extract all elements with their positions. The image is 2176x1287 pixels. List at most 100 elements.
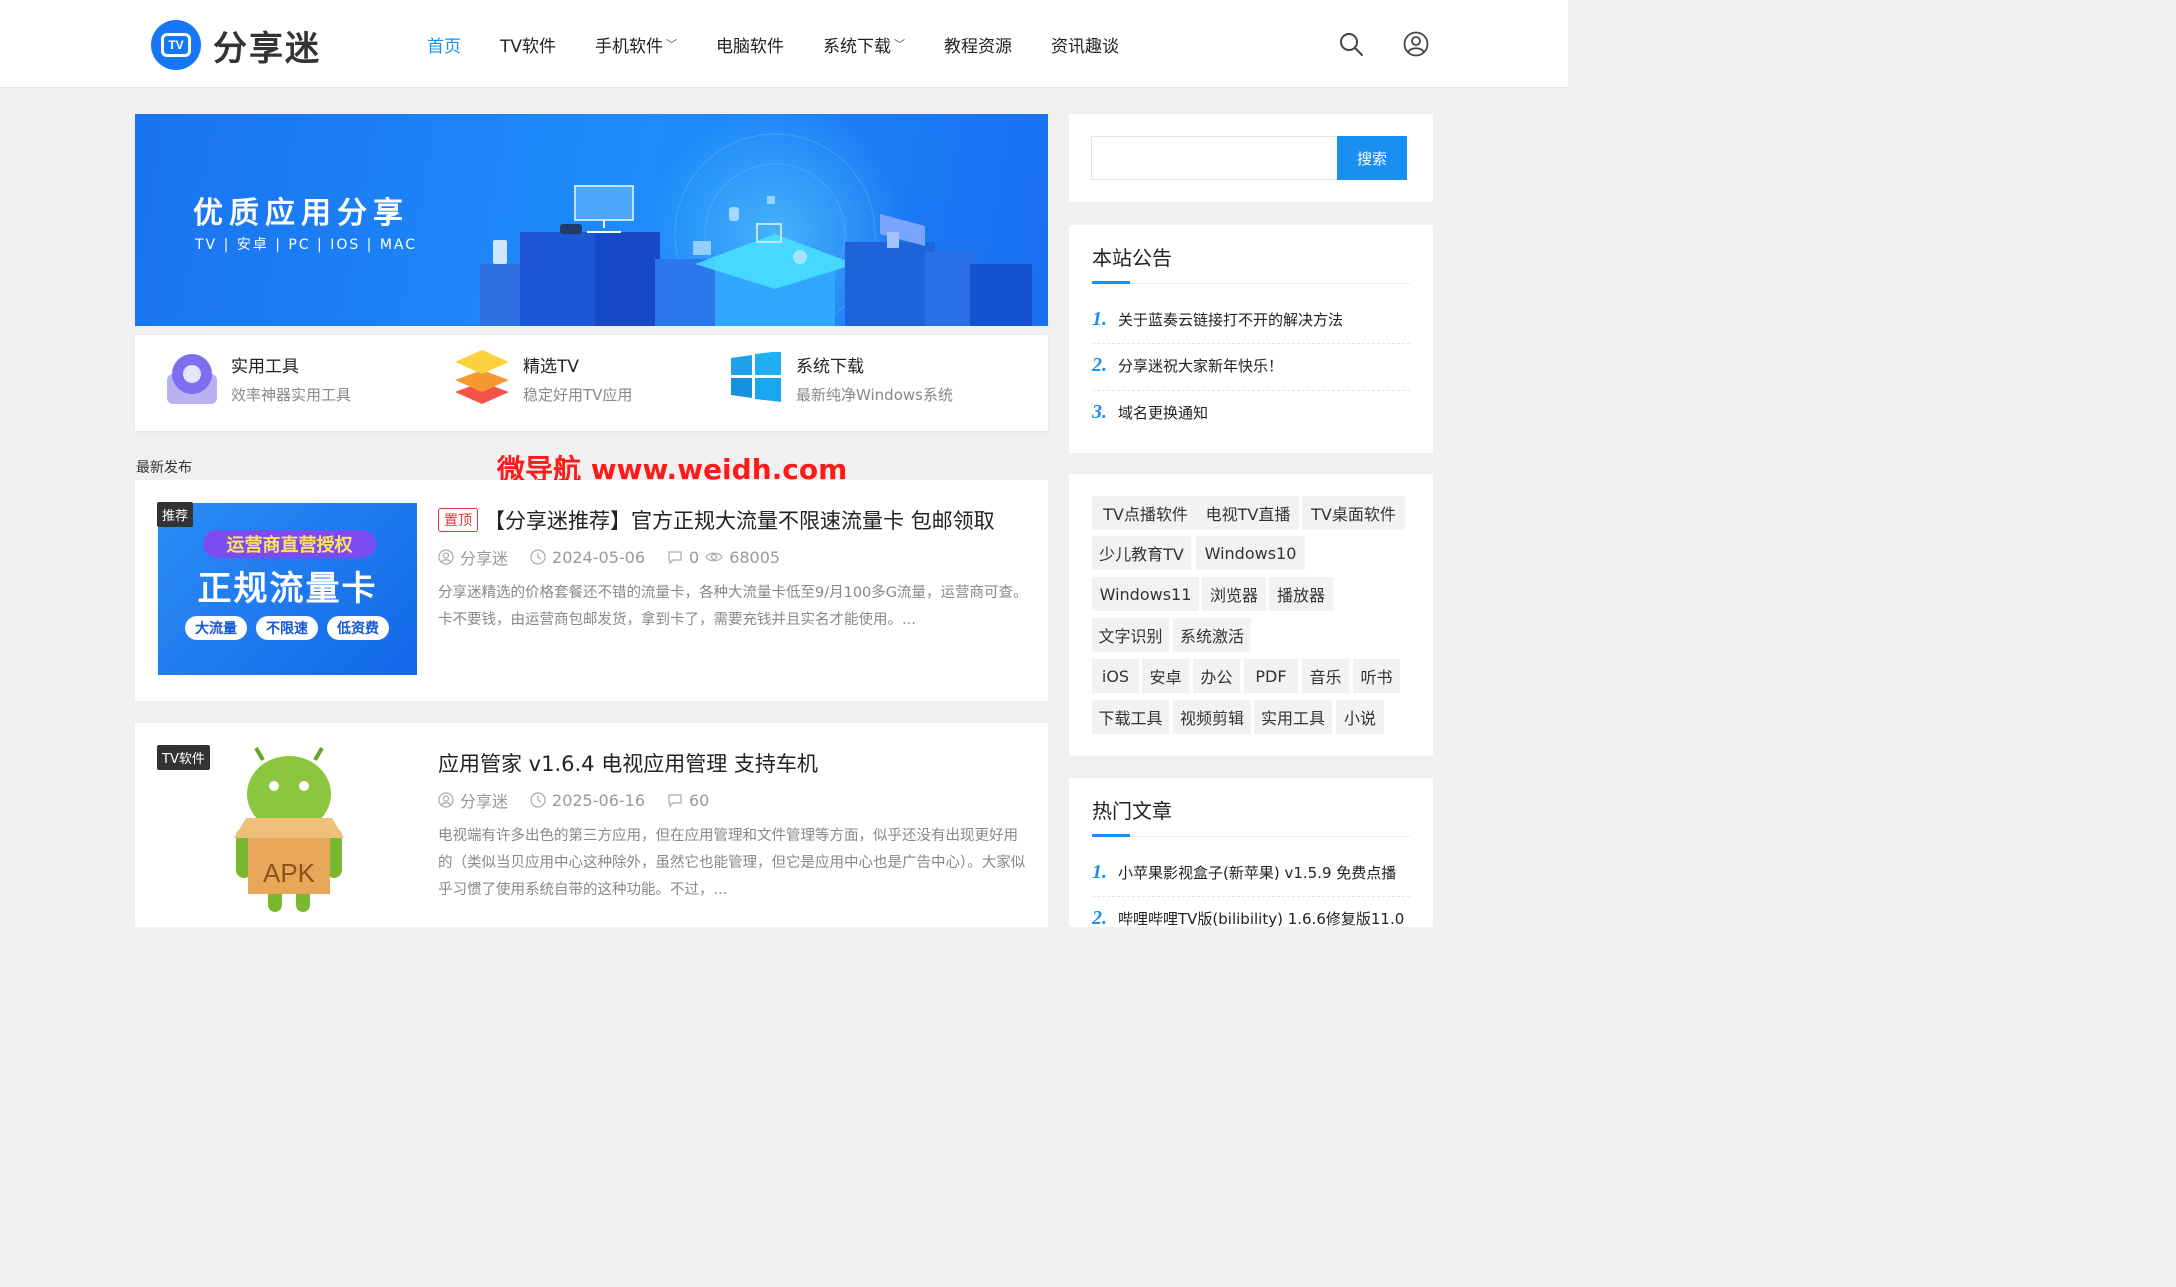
main-nav: 首页 TV软件 手机软件 ﹀ 电脑软件 系统下载 ﹀ 教程资源 资讯趣谈 — [427, 0, 1158, 88]
announcement-item[interactable]: 2. 分享迷祝大家新年快乐！ — [1092, 351, 1410, 379]
divider — [1092, 836, 1410, 837]
chevron-down-icon: ﹀ — [666, 38, 678, 51]
post-title[interactable]: 应用管家 v1.6.4 电视应用管理 支持车机 — [438, 748, 818, 778]
search-input[interactable] — [1091, 136, 1337, 180]
nav-item-system-download[interactable]: 系统下载 ﹀ — [823, 32, 905, 57]
nav-item-news[interactable]: 资讯趣谈 — [1051, 32, 1119, 57]
tag-chip[interactable]: 播放器 — [1269, 577, 1333, 611]
divider — [1092, 283, 1410, 284]
thumb-pill: 低资费 — [327, 616, 389, 640]
post-comments[interactable]: 0 — [667, 548, 699, 567]
category-tools[interactable]: 实用工具 效率神器实用工具 — [165, 335, 425, 431]
category-tv[interactable]: 精选TV 稳定好用TV应用 — [453, 335, 713, 431]
site-logo[interactable]: TV 分享迷 — [151, 20, 321, 70]
tag-cloud-widget: TV点播软件 电视TV直播 TV桌面软件 少儿教育TV Windows10 Wi… — [1069, 474, 1433, 756]
post-excerpt: 电视端有许多出色的第三方应用，但在应用管理和文件管理等方面，似乎还没有出现更好用… — [438, 828, 1026, 898]
layers-icon — [455, 350, 509, 404]
toolbox-icon — [167, 354, 217, 404]
tag-chip[interactable]: 少儿教育TV — [1092, 536, 1191, 570]
tag-chip[interactable]: 小说 — [1336, 700, 1384, 734]
tag-chip[interactable]: 浏览器 — [1202, 577, 1266, 611]
category-title: 实用工具 — [231, 357, 299, 377]
post-views: 68005 — [705, 548, 780, 567]
nav-label: 系统下载 — [823, 36, 892, 57]
post-views-count: 68005 — [729, 547, 781, 567]
tag-chip[interactable]: 视频剪辑 — [1173, 700, 1251, 734]
nav-item-home[interactable]: 首页 — [427, 32, 461, 57]
tag-chip[interactable]: 音乐 — [1302, 659, 1349, 693]
item-text: 关于蓝奏云链接打不开的解决方法 — [1118, 310, 1344, 329]
tag-chip[interactable]: PDF — [1244, 659, 1298, 693]
post-thumbnail[interactable]: 运营商直营授权 正规流量卡 大流量 不限速 低资费 — [158, 503, 417, 675]
post-author[interactable]: 分享迷 — [438, 788, 508, 812]
tag-chip[interactable]: Windows10 — [1196, 536, 1305, 570]
post-card: TV软件 APK 应用管家 v1.6.4 电视应用管理 支持车机 分享迷 202… — [135, 723, 1048, 927]
site-header: TV 分享迷 首页 TV软件 手机软件 ﹀ 电脑软件 系统下载 ﹀ 教程资源 资讯趣… — [0, 0, 1568, 88]
search-button[interactable]: 搜索 — [1337, 136, 1407, 180]
nav-label: 手机软件 — [595, 36, 664, 57]
widget-title: 热门文章 — [1092, 799, 1172, 823]
post-date-text: 2024-05-06 — [552, 547, 645, 567]
item-text: 小苹果影视盒子(新苹果) v1.5.9 免费点播 — [1118, 863, 1397, 882]
tag-chip[interactable]: 听书 — [1353, 659, 1400, 693]
item-number: 1. — [1092, 860, 1107, 883]
announcement-item[interactable]: 3. 域名更换通知 — [1092, 398, 1410, 426]
eye-icon — [705, 552, 723, 562]
tag-chip[interactable]: 文字识别 — [1092, 618, 1169, 652]
category-desc: 稳定好用TV应用 — [523, 386, 633, 404]
tag-chip[interactable]: Windows11 — [1092, 577, 1199, 611]
banner-title: 优质应用分享 — [193, 196, 409, 231]
hero-banner[interactable]: 优质应用分享 TV | 安卓 | PC | IOS | MAC — [135, 114, 1048, 326]
tag-chip[interactable]: 安卓 — [1142, 659, 1189, 693]
announcement-item[interactable]: 1. 关于蓝奏云链接打不开的解决方法 — [1092, 305, 1410, 333]
nav-label: 首页 — [427, 36, 461, 57]
post-tag[interactable]: TV软件 — [157, 745, 210, 770]
tv-logo-icon: TV — [151, 20, 201, 70]
clock-icon — [530, 549, 546, 565]
nav-item-mobile-software[interactable]: 手机软件 ﹀ — [595, 32, 677, 57]
post-meta: 分享迷 2024-05-06 0 68005 — [438, 545, 802, 569]
divider — [1092, 343, 1410, 344]
category-system[interactable]: 系统下载 最新纯净Windows系统 — [731, 335, 1031, 431]
logo-badge-text: TV — [161, 33, 191, 57]
category-strip: 实用工具 效率神器实用工具 精选TV 稳定好用TV应用 系统下载 最新纯净Win… — [135, 335, 1048, 431]
hot-post-item[interactable]: 1. 小苹果影视盒子(新苹果) v1.5.9 免费点播 — [1092, 858, 1410, 886]
nav-item-tv-software[interactable]: TV软件 — [500, 32, 556, 57]
search-icon[interactable] — [1338, 31, 1364, 57]
category-desc: 效率神器实用工具 — [231, 386, 352, 404]
section-label-latest: 最新发布 — [136, 460, 192, 476]
comment-icon — [668, 551, 682, 565]
post-author[interactable]: 分享迷 — [438, 545, 508, 569]
tag-chip[interactable]: TV桌面软件 — [1302, 496, 1405, 530]
android-apk-icon: APK — [234, 746, 344, 912]
post-date-text: 2025-06-16 — [552, 790, 645, 810]
thumb-pill: 大流量 — [185, 616, 247, 640]
nav-label: 资讯趣谈 — [1051, 36, 1120, 57]
clock-icon — [530, 792, 546, 808]
user-icon[interactable] — [1403, 31, 1429, 57]
tag-chip[interactable]: 办公 — [1193, 659, 1240, 693]
tag-chip[interactable]: 系统激活 — [1173, 618, 1251, 652]
nav-item-tutorials[interactable]: 教程资源 — [944, 32, 1012, 57]
hot-post-item[interactable]: 2. 哔哩哔哩TV版(bilibility) 1.6.6修复版11.0 — [1092, 904, 1410, 932]
post-tag[interactable]: 推荐 — [157, 502, 194, 527]
thumb-line1: 运营商直营授权 — [203, 530, 376, 558]
thumb-pill: 不限速 — [256, 616, 318, 640]
sticky-badge: 置顶 — [438, 508, 478, 532]
windows-icon — [731, 352, 781, 402]
post-title-text: 【分享迷推荐】官方正规大流量不限速流量卡 包邮领取 — [484, 509, 995, 533]
item-number: 1. — [1092, 307, 1107, 330]
category-desc: 最新纯净Windows系统 — [796, 386, 953, 404]
category-title: 精选TV — [523, 357, 580, 377]
tag-chip[interactable]: iOS — [1092, 659, 1139, 693]
thumb-line2: 正规流量卡 — [197, 569, 378, 609]
post-comments[interactable]: 60 — [667, 791, 709, 810]
post-thumbnail[interactable]: APK — [158, 746, 417, 918]
post-title[interactable]: 置顶 【分享迷推荐】官方正规大流量不限速流量卡 包邮领取 — [438, 505, 995, 535]
post-author-name: 分享迷 — [460, 549, 509, 568]
tag-chip[interactable]: 下载工具 — [1092, 700, 1169, 734]
tag-chip[interactable]: 实用工具 — [1254, 700, 1332, 734]
tag-chip[interactable]: 电视TV直播 — [1197, 496, 1299, 530]
nav-item-pc-software[interactable]: 电脑软件 — [716, 32, 784, 57]
tag-chip[interactable]: TV点播软件 — [1092, 496, 1199, 530]
